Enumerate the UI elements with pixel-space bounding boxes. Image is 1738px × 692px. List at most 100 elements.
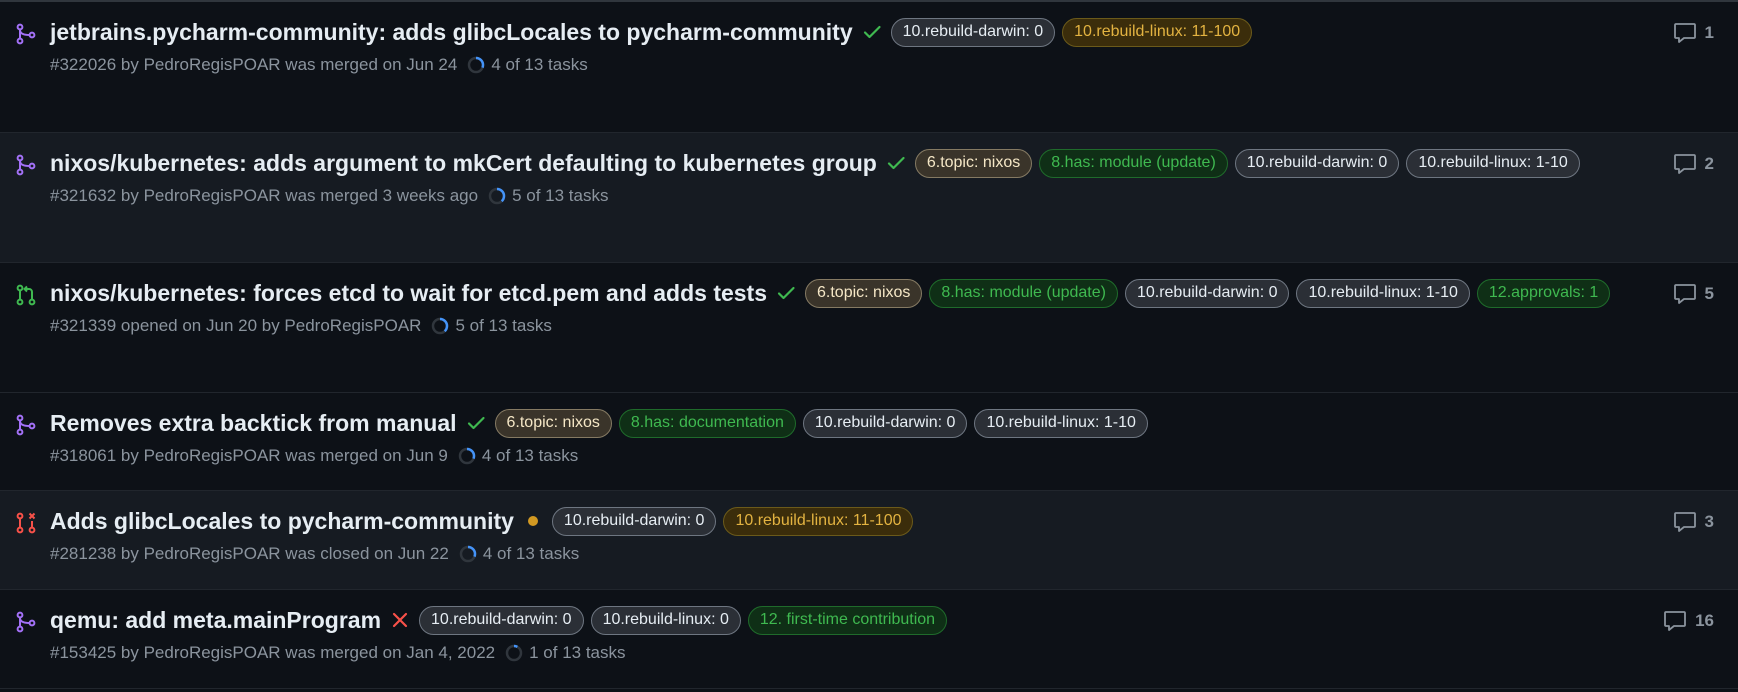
pr-title-line: nixos/kubernetes: adds argument to mkCer…: [50, 147, 1618, 179]
x-icon[interactable]: [389, 609, 411, 631]
label-chip[interactable]: 6.topic: nixos: [914, 148, 1033, 178]
progress-ring-icon: [488, 187, 506, 205]
check-icon[interactable]: [885, 152, 907, 174]
label-chip[interactable]: 8.has: module (update): [929, 278, 1118, 308]
label-chip[interactable]: 10.rebuild-linux: 11-100: [1062, 17, 1253, 47]
progress-ring-icon: [505, 644, 523, 662]
task-progress: 4 of 13 tasks: [459, 543, 579, 565]
pr-meta: #281238 by PedroRegisPOAR was closed on …: [50, 543, 1618, 565]
pr-labels: 6.topic: nixos 8.has: documentation 10.reb…: [494, 408, 1155, 439]
pr-title-link[interactable]: Removes extra backtick from manual: [50, 407, 457, 439]
git-merge-icon: [14, 22, 38, 46]
progress-ring-icon: [459, 545, 477, 563]
comment-count: 5: [1704, 284, 1714, 303]
pr-labels: 6.topic: nixos 8.has: module (update) 10.r…: [805, 278, 1617, 309]
comment-icon: [1673, 512, 1696, 532]
pr-row: Adds glibcLocales to pycharm-community 1…: [0, 491, 1738, 590]
pr-labels: 6.topic: nixos 8.has: module (update) 10.r…: [914, 148, 1587, 179]
check-icon[interactable]: [465, 412, 487, 434]
label-chip[interactable]: 10.rebuild-linux: 1-10: [974, 408, 1148, 438]
comments-link[interactable]: 3: [1673, 511, 1714, 533]
label-chip[interactable]: 6.topic: nixos: [805, 278, 923, 308]
pr-labels: 10.rebuild-darwin: 0 10.rebuild-linux: 01…: [419, 605, 954, 636]
progress-ring-icon: [432, 317, 449, 335]
label-chip[interactable]: 10.rebuild-linux: 1-10: [1406, 148, 1580, 178]
label-chip[interactable]: 10.rebuild-darwin: 0: [802, 408, 968, 438]
git-pull-request-closed-icon: [14, 511, 38, 535]
pr-title-line: jetbrains.pycharm-community: adds glibcL…: [50, 16, 1618, 48]
task-progress: 5 of 13 tasks: [488, 185, 608, 207]
git-merge-icon: [14, 610, 38, 634]
pr-meta: #322026 by PedroRegisPOAR was merged on …: [50, 54, 1618, 76]
progress-track: [505, 644, 523, 662]
pr-meta-text: #318061 by PedroRegisPOAR was merged on …: [50, 446, 448, 465]
task-progress-text: 4 of 13 tasks: [481, 446, 579, 465]
task-progress-text: 4 of 13 tasks: [491, 55, 588, 74]
pr-content: nixos/kubernetes: forces etcd to wait fo…: [50, 277, 1618, 337]
label-chip[interactable]: 10.rebuild-darwin: 0: [419, 605, 584, 635]
task-progress: 5 of 13 tasks: [431, 315, 552, 337]
pending-dot-icon[interactable]: [522, 510, 544, 532]
pr-meta-text: #321632 by PedroRegisPOAR was merged 3 w…: [50, 186, 479, 205]
comments-link[interactable]: 5: [1673, 283, 1714, 305]
pr-title-line: qemu: add meta.mainProgram 10.rebuild-da…: [50, 604, 1618, 636]
git-pull-request-icon: [14, 283, 38, 307]
label-chip[interactable]: 12. first-time contribution: [747, 605, 948, 635]
label-chip[interactable]: 12.approvals: 1: [1476, 278, 1611, 308]
pr-title-line: Removes extra backtick from manual 6.top…: [50, 407, 1618, 439]
pr-meta: #321632 by PedroRegisPOAR was merged 3 w…: [50, 185, 1618, 207]
comment-icon: [1673, 154, 1696, 174]
pr-title-link[interactable]: Adds glibcLocales to pycharm-community: [50, 505, 514, 537]
pr-title-line: Adds glibcLocales to pycharm-community 1…: [50, 505, 1618, 537]
pr-title-link[interactable]: jetbrains.pycharm-community: adds glibcL…: [50, 16, 853, 48]
label-chip[interactable]: 10.rebuild-linux: 1-10: [1296, 278, 1470, 308]
task-progress: 1 of 13 tasks: [505, 642, 626, 664]
git-merge-icon: [14, 413, 38, 437]
pr-meta: #153425 by PedroRegisPOAR was merged on …: [50, 642, 1618, 664]
pr-content: qemu: add meta.mainProgram 10.rebuild-da…: [50, 604, 1618, 664]
pr-row: Removes extra backtick from manual 6.top…: [0, 393, 1738, 491]
task-progress-text: 5 of 13 tasks: [455, 316, 552, 335]
pr-meta-text: #153425 by PedroRegisPOAR was merged on …: [50, 643, 496, 662]
comment-icon: [1664, 611, 1686, 631]
label-chip[interactable]: 10.rebuild-darwin: 0: [1234, 148, 1400, 178]
pr-row: nixos/kubernetes: adds argument to mkCer…: [0, 133, 1738, 263]
pr-row: jetbrains.pycharm-community: adds glibcL…: [0, 2, 1738, 133]
pr-row: nixos/kubernetes: forces etcd to wait fo…: [0, 263, 1738, 393]
check-icon[interactable]: [861, 21, 883, 43]
comment-count: 16: [1695, 611, 1714, 630]
comments-link[interactable]: 1: [1673, 22, 1714, 44]
label-chip[interactable]: 6.topic: nixos: [494, 408, 612, 438]
pr-title-link[interactable]: nixos/kubernetes: forces etcd to wait fo…: [50, 277, 767, 309]
label-chip[interactable]: 8.has: documentation: [618, 408, 796, 438]
pr-title-link[interactable]: qemu: add meta.mainProgram: [50, 604, 381, 636]
pr-meta: #318061 by PedroRegisPOAR was merged on …: [50, 445, 1618, 467]
label-chip[interactable]: 10.rebuild-linux: 11-100: [723, 506, 914, 536]
comment-icon: [1673, 23, 1696, 43]
pr-content: jetbrains.pycharm-community: adds glibcL…: [50, 16, 1618, 76]
pr-content: nixos/kubernetes: adds argument to mkCer…: [50, 147, 1618, 207]
pr-meta-text: #281238 by PedroRegisPOAR was closed on …: [50, 544, 449, 563]
pull-request-list: jetbrains.pycharm-community: adds glibcL…: [0, 2, 1738, 689]
pr-meta: #321339 opened on Jun 20 by PedroRegisPO…: [50, 315, 1618, 337]
label-chip[interactable]: 10.rebuild-darwin: 0: [551, 506, 717, 536]
pr-meta-text: #322026 by PedroRegisPOAR was merged on …: [50, 55, 458, 74]
task-progress: 4 of 13 tasks: [458, 445, 578, 467]
comments-link[interactable]: 16: [1663, 610, 1714, 632]
task-progress-text: 4 of 13 tasks: [482, 544, 580, 563]
label-chip[interactable]: 8.has: module (update): [1039, 148, 1228, 178]
comment-count: 1: [1704, 23, 1714, 42]
progress-ring-icon: [458, 447, 476, 465]
check-icon[interactable]: [775, 282, 797, 304]
pr-labels: 10.rebuild-darwin: 0 10.rebuild-linux: 11…: [551, 506, 921, 537]
task-progress-text: 5 of 13 tasks: [512, 186, 609, 205]
pr-row: qemu: add meta.mainProgram 10.rebuild-da…: [0, 590, 1738, 689]
label-chip[interactable]: 10.rebuild-darwin: 0: [1124, 278, 1290, 308]
progress-ring-icon: [468, 56, 485, 74]
pr-title-link[interactable]: nixos/kubernetes: adds argument to mkCer…: [50, 147, 877, 179]
label-chip[interactable]: 10.rebuild-linux: 0: [590, 605, 741, 635]
comments-link[interactable]: 2: [1673, 153, 1714, 175]
task-progress-text: 1 of 13 tasks: [529, 643, 626, 662]
comment-count: 2: [1704, 154, 1714, 173]
label-chip[interactable]: 10.rebuild-darwin: 0: [890, 17, 1056, 47]
